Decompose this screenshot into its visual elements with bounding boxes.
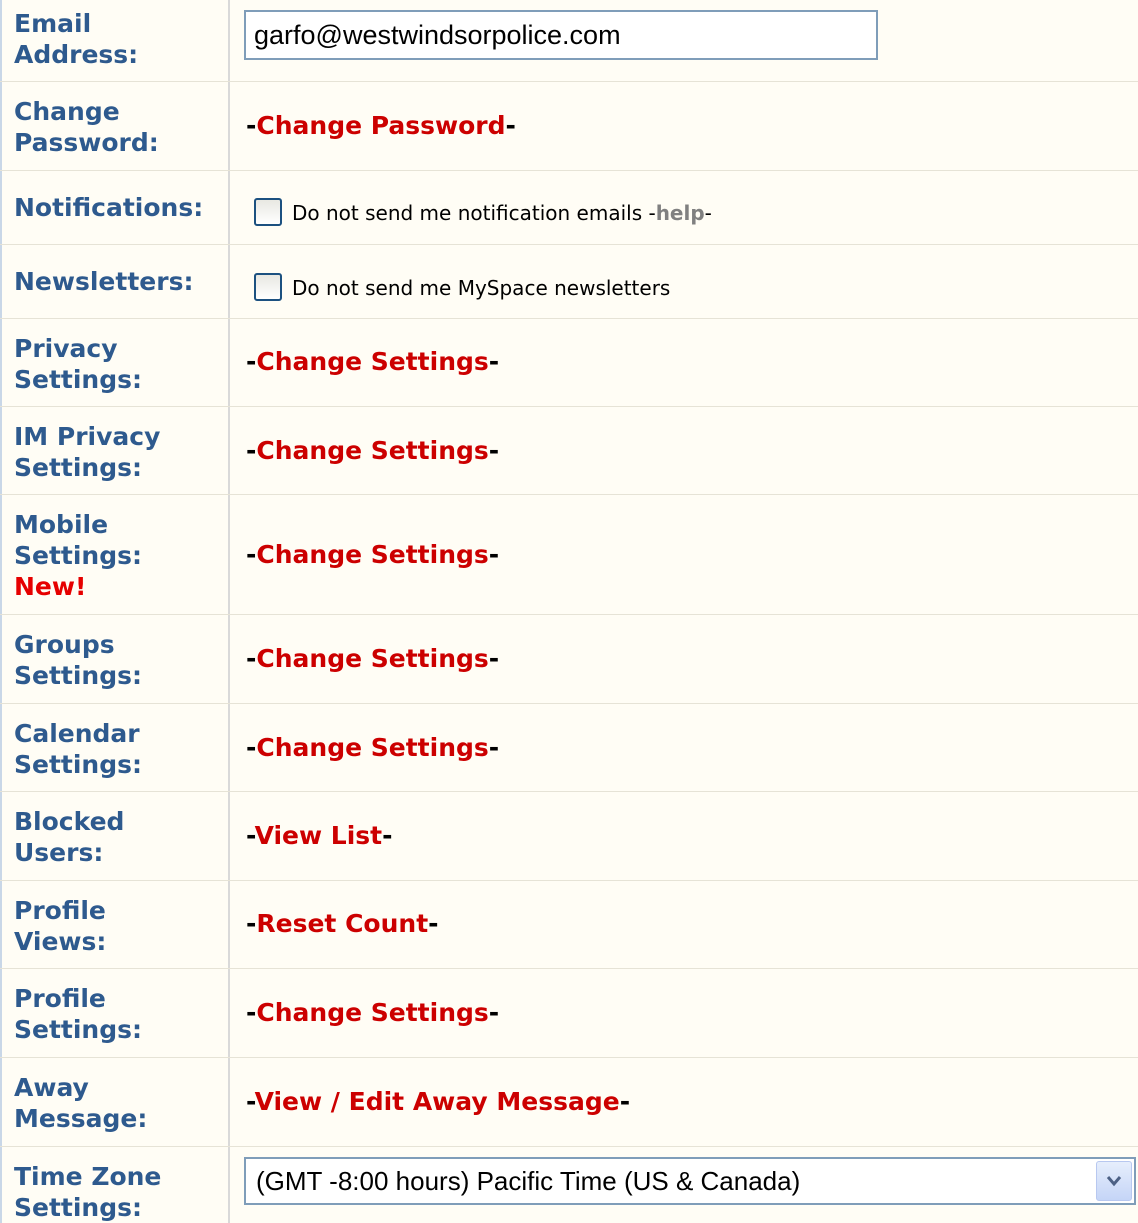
view-edit-away-message-link[interactable]: View / Edit Away Message <box>255 1087 620 1116</box>
value-cell: Do not send me MySpace newsletters <box>232 245 1138 318</box>
label-cell: Profile Views: <box>0 881 230 968</box>
mobile-settings-wrap: -Change Settings- <box>246 540 500 569</box>
im-privacy-change-settings-link[interactable]: Change Settings <box>256 436 488 465</box>
label-cell: Privacy Settings: <box>0 319 230 406</box>
im-privacy-settings-wrap: -Change Settings- <box>246 436 500 465</box>
label-cell: Blocked Users: <box>0 792 230 880</box>
groups-settings-label: Groups Settings: <box>14 630 143 690</box>
value-cell: -Change Settings- <box>232 615 1138 703</box>
calendar-settings-wrap: -Change Settings- <box>246 733 500 762</box>
label-cell: Away Message: <box>0 1058 230 1146</box>
privacy-change-settings-link[interactable]: Change Settings <box>256 347 488 376</box>
label-cell: Email Address: <box>0 0 230 81</box>
value-cell: -Change Settings- <box>232 407 1138 494</box>
calendar-change-settings-link[interactable]: Change Settings <box>256 733 488 762</box>
chevron-down-icon <box>1106 1176 1122 1187</box>
notifications-label: Notifications: <box>14 193 204 222</box>
newsletters-text: Do not send me MySpace newsletters <box>292 276 671 300</box>
newsletters-label: Newsletters: <box>14 267 194 296</box>
row-time-zone-settings: Time Zone Settings: (GMT -8:00 hours) Pa… <box>0 1147 1138 1223</box>
profile-change-settings-link[interactable]: Change Settings <box>256 998 488 1027</box>
value-cell: -Change Settings- <box>232 495 1138 614</box>
row-mobile-settings: Mobile Settings: New! -Change Settings- <box>0 495 1138 615</box>
row-change-password: Change Password: -Change Password- <box>0 82 1138 171</box>
row-email: Email Address: garfo@westwindsorpolice.c… <box>0 0 1138 82</box>
change-password-label: Change Password: <box>14 97 159 157</box>
mobile-settings-label: Mobile Settings: <box>14 510 143 570</box>
label-cell: Calendar Settings: <box>0 704 230 791</box>
row-privacy-settings: Privacy Settings: -Change Settings- <box>0 319 1138 407</box>
im-privacy-settings-label: IM Privacy Settings: <box>14 422 161 482</box>
label-cell: IM Privacy Settings: <box>0 407 230 494</box>
row-blocked-users: Blocked Users: -View List- <box>0 792 1138 881</box>
new-badge: New! <box>14 572 87 601</box>
blocked-users-wrap: -View List- <box>246 821 393 850</box>
value-cell: -Change Settings- <box>232 969 1138 1057</box>
email-label: Email Address: <box>14 9 139 69</box>
time-zone-select[interactable]: (GMT -8:00 hours) Pacific Time (US & Can… <box>244 1157 1136 1205</box>
label-cell: Change Password: <box>0 82 230 170</box>
groups-settings-wrap: -Change Settings- <box>246 644 500 673</box>
label-cell: Mobile Settings: New! <box>0 495 230 614</box>
row-profile-views: Profile Views: -Reset Count- <box>0 881 1138 969</box>
notification-emails-label: Do not send me notification emails <box>292 201 643 225</box>
value-cell: -View List- <box>232 792 1138 880</box>
label-cell: Time Zone Settings: <box>0 1147 230 1223</box>
row-im-privacy-settings: IM Privacy Settings: -Change Settings- <box>0 407 1138 495</box>
profile-views-label: Profile Views: <box>14 896 107 956</box>
value-cell: -Reset Count- <box>232 881 1138 968</box>
value-cell: garfo@westwindsorpolice.com <box>232 0 1138 81</box>
row-groups-settings: Groups Settings: -Change Settings- <box>0 615 1138 704</box>
label-cell: Notifications: <box>0 171 230 244</box>
row-newsletters: Newsletters: Do not send me MySpace news… <box>0 245 1138 319</box>
label-cell: Profile Settings: <box>0 969 230 1057</box>
value-cell: -Change Settings- <box>232 319 1138 406</box>
notification-emails-text: Do not send me notification emails -help… <box>292 201 712 225</box>
dropdown-button[interactable] <box>1096 1161 1132 1201</box>
time-zone-settings-label: Time Zone Settings: <box>14 1162 162 1222</box>
row-away-message: Away Message: -View / Edit Away Message- <box>0 1058 1138 1147</box>
row-calendar-settings: Calendar Settings: -Change Settings- <box>0 704 1138 792</box>
newsletters-checkbox[interactable] <box>254 273 282 301</box>
change-password-wrap: -Change Password- <box>246 111 516 140</box>
value-cell: -Change Settings- <box>232 704 1138 791</box>
privacy-settings-wrap: -Change Settings- <box>246 347 500 376</box>
time-zone-selected-value: (GMT -8:00 hours) Pacific Time (US & Can… <box>256 1166 801 1196</box>
view-list-link[interactable]: View List <box>255 821 383 850</box>
groups-change-settings-link[interactable]: Change Settings <box>256 644 488 673</box>
help-link[interactable]: help <box>656 201 705 225</box>
value-cell: -View / Edit Away Message- <box>232 1058 1138 1146</box>
email-field[interactable]: garfo@westwindsorpolice.com <box>244 10 878 60</box>
calendar-settings-label: Calendar Settings: <box>14 719 143 779</box>
away-message-wrap: -View / Edit Away Message- <box>246 1087 631 1116</box>
privacy-settings-label: Privacy Settings: <box>14 334 143 394</box>
blocked-users-label: Blocked Users: <box>14 807 125 867</box>
reset-count-link[interactable]: Reset Count <box>256 909 428 938</box>
label-cell: Groups Settings: <box>0 615 230 703</box>
profile-views-wrap: -Reset Count- <box>246 909 439 938</box>
profile-settings-label: Profile Settings: <box>14 984 143 1044</box>
notification-emails-checkbox[interactable] <box>254 198 282 226</box>
mobile-settings-label-wrap: Mobile Settings: New! <box>14 509 174 602</box>
row-notifications: Notifications: Do not send me notificati… <box>0 171 1138 245</box>
profile-settings-wrap: -Change Settings- <box>246 998 500 1027</box>
away-message-label: Away Message: <box>14 1073 148 1133</box>
row-profile-settings: Profile Settings: -Change Settings- <box>0 969 1138 1058</box>
mobile-change-settings-link[interactable]: Change Settings <box>256 540 488 569</box>
value-cell: (GMT -8:00 hours) Pacific Time (US & Can… <box>232 1147 1138 1223</box>
value-cell: Do not send me notification emails -help… <box>232 171 1138 244</box>
value-cell: -Change Password- <box>232 82 1138 170</box>
label-cell: Newsletters: <box>0 245 230 318</box>
change-password-link[interactable]: Change Password <box>256 111 505 140</box>
